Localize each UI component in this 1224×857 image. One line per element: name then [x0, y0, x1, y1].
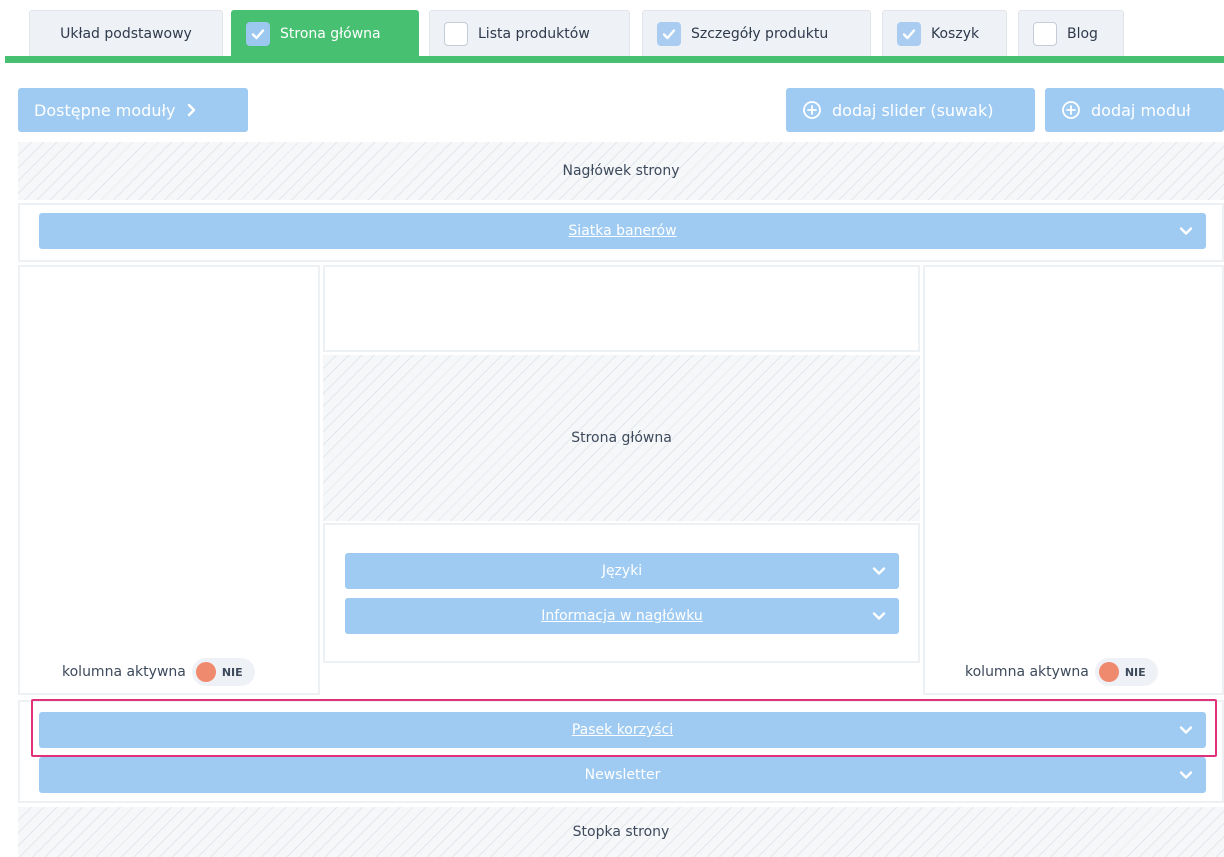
chevron-down-icon[interactable]	[1178, 767, 1194, 783]
module-label: Języki	[601, 563, 643, 579]
checkbox-unchecked-icon[interactable]	[1033, 21, 1057, 46]
chevron-down-icon[interactable]	[1178, 223, 1194, 239]
plus-circle-icon	[1062, 101, 1080, 119]
module-newsletter[interactable]: Newsletter	[39, 757, 1206, 793]
toggle-off-indicator	[1098, 662, 1119, 682]
left-column	[18, 265, 320, 695]
add-module-button[interactable]: dodaj moduł	[1045, 88, 1224, 132]
module-languages[interactable]: Języki	[345, 553, 899, 589]
tab-label: Blog	[1067, 25, 1098, 42]
chevron-down-icon[interactable]	[871, 563, 887, 579]
checkbox-checked-icon[interactable]	[246, 21, 270, 46]
chevron-down-icon[interactable]	[1178, 722, 1194, 738]
column-active-toggle[interactable]: NIE	[191, 658, 255, 686]
page-header-region: Nagłówek strony	[18, 142, 1224, 200]
available-modules-label: Dostępne moduły	[34, 100, 176, 120]
center-bottom-slot	[323, 523, 920, 663]
module-label: Pasek korzyści	[571, 722, 674, 738]
page-footer-label: Stopka strony	[572, 824, 670, 840]
module-banner-grid[interactable]: Siatka banerów	[39, 213, 1206, 249]
checkbox-unchecked-icon[interactable]	[444, 21, 468, 46]
plus-circle-icon	[803, 101, 821, 119]
toggle-state: NIE	[1124, 665, 1146, 679]
checkbox-checked-icon[interactable]	[657, 21, 681, 46]
center-top-slot	[323, 265, 920, 352]
tab-label: Strona główna	[280, 25, 381, 42]
module-label: Newsletter	[584, 767, 661, 783]
chevron-down-icon[interactable]	[871, 608, 887, 624]
available-modules-button[interactable]: Dostępne moduły	[18, 88, 248, 132]
left-column-toggle-row: kolumna aktywna NIE	[62, 658, 255, 686]
add-module-label: dodaj moduł	[1091, 100, 1191, 120]
tab-label: Szczegóły produktu	[691, 25, 829, 42]
tab-label: Koszyk	[931, 25, 980, 42]
chevron-right-icon	[188, 103, 196, 117]
tab-cart[interactable]: Koszyk	[882, 10, 1007, 56]
home-page-label: Strona główna	[571, 430, 672, 446]
column-active-label: kolumna aktywna	[965, 664, 1089, 680]
tab-underline	[5, 56, 1224, 63]
tab-basic-layout[interactable]: Układ podstawowy	[29, 10, 223, 56]
module-label: Informacja w nagłówku	[541, 608, 703, 624]
tab-label: Układ podstawowy	[60, 25, 192, 42]
module-header-info[interactable]: Informacja w nagłówku	[345, 598, 899, 634]
tab-blog[interactable]: Blog	[1018, 10, 1124, 56]
tab-product-list[interactable]: Lista produktów	[429, 10, 630, 56]
add-slider-label: dodaj slider (suwak)	[832, 100, 994, 120]
column-active-label: kolumna aktywna	[62, 664, 186, 680]
page-header-label: Nagłówek strony	[562, 163, 680, 179]
tab-home[interactable]: Strona główna	[231, 10, 419, 56]
tab-label: Lista produktów	[478, 25, 590, 42]
checkbox-checked-icon[interactable]	[897, 21, 921, 46]
add-slider-button[interactable]: dodaj slider (suwak)	[786, 88, 1035, 132]
toggle-state: NIE	[221, 665, 243, 679]
tab-product-details[interactable]: Szczegóły produktu	[642, 10, 871, 56]
module-benefits-bar[interactable]: Pasek korzyści	[39, 712, 1206, 748]
home-page-region: Strona główna	[323, 355, 920, 521]
module-label: Siatka banerów	[568, 223, 677, 239]
page-footer-region: Stopka strony	[18, 807, 1224, 857]
right-column-toggle-row: kolumna aktywna NIE	[965, 658, 1158, 686]
toggle-off-indicator	[195, 662, 216, 682]
column-active-toggle[interactable]: NIE	[1094, 658, 1158, 686]
right-column	[923, 265, 1224, 695]
